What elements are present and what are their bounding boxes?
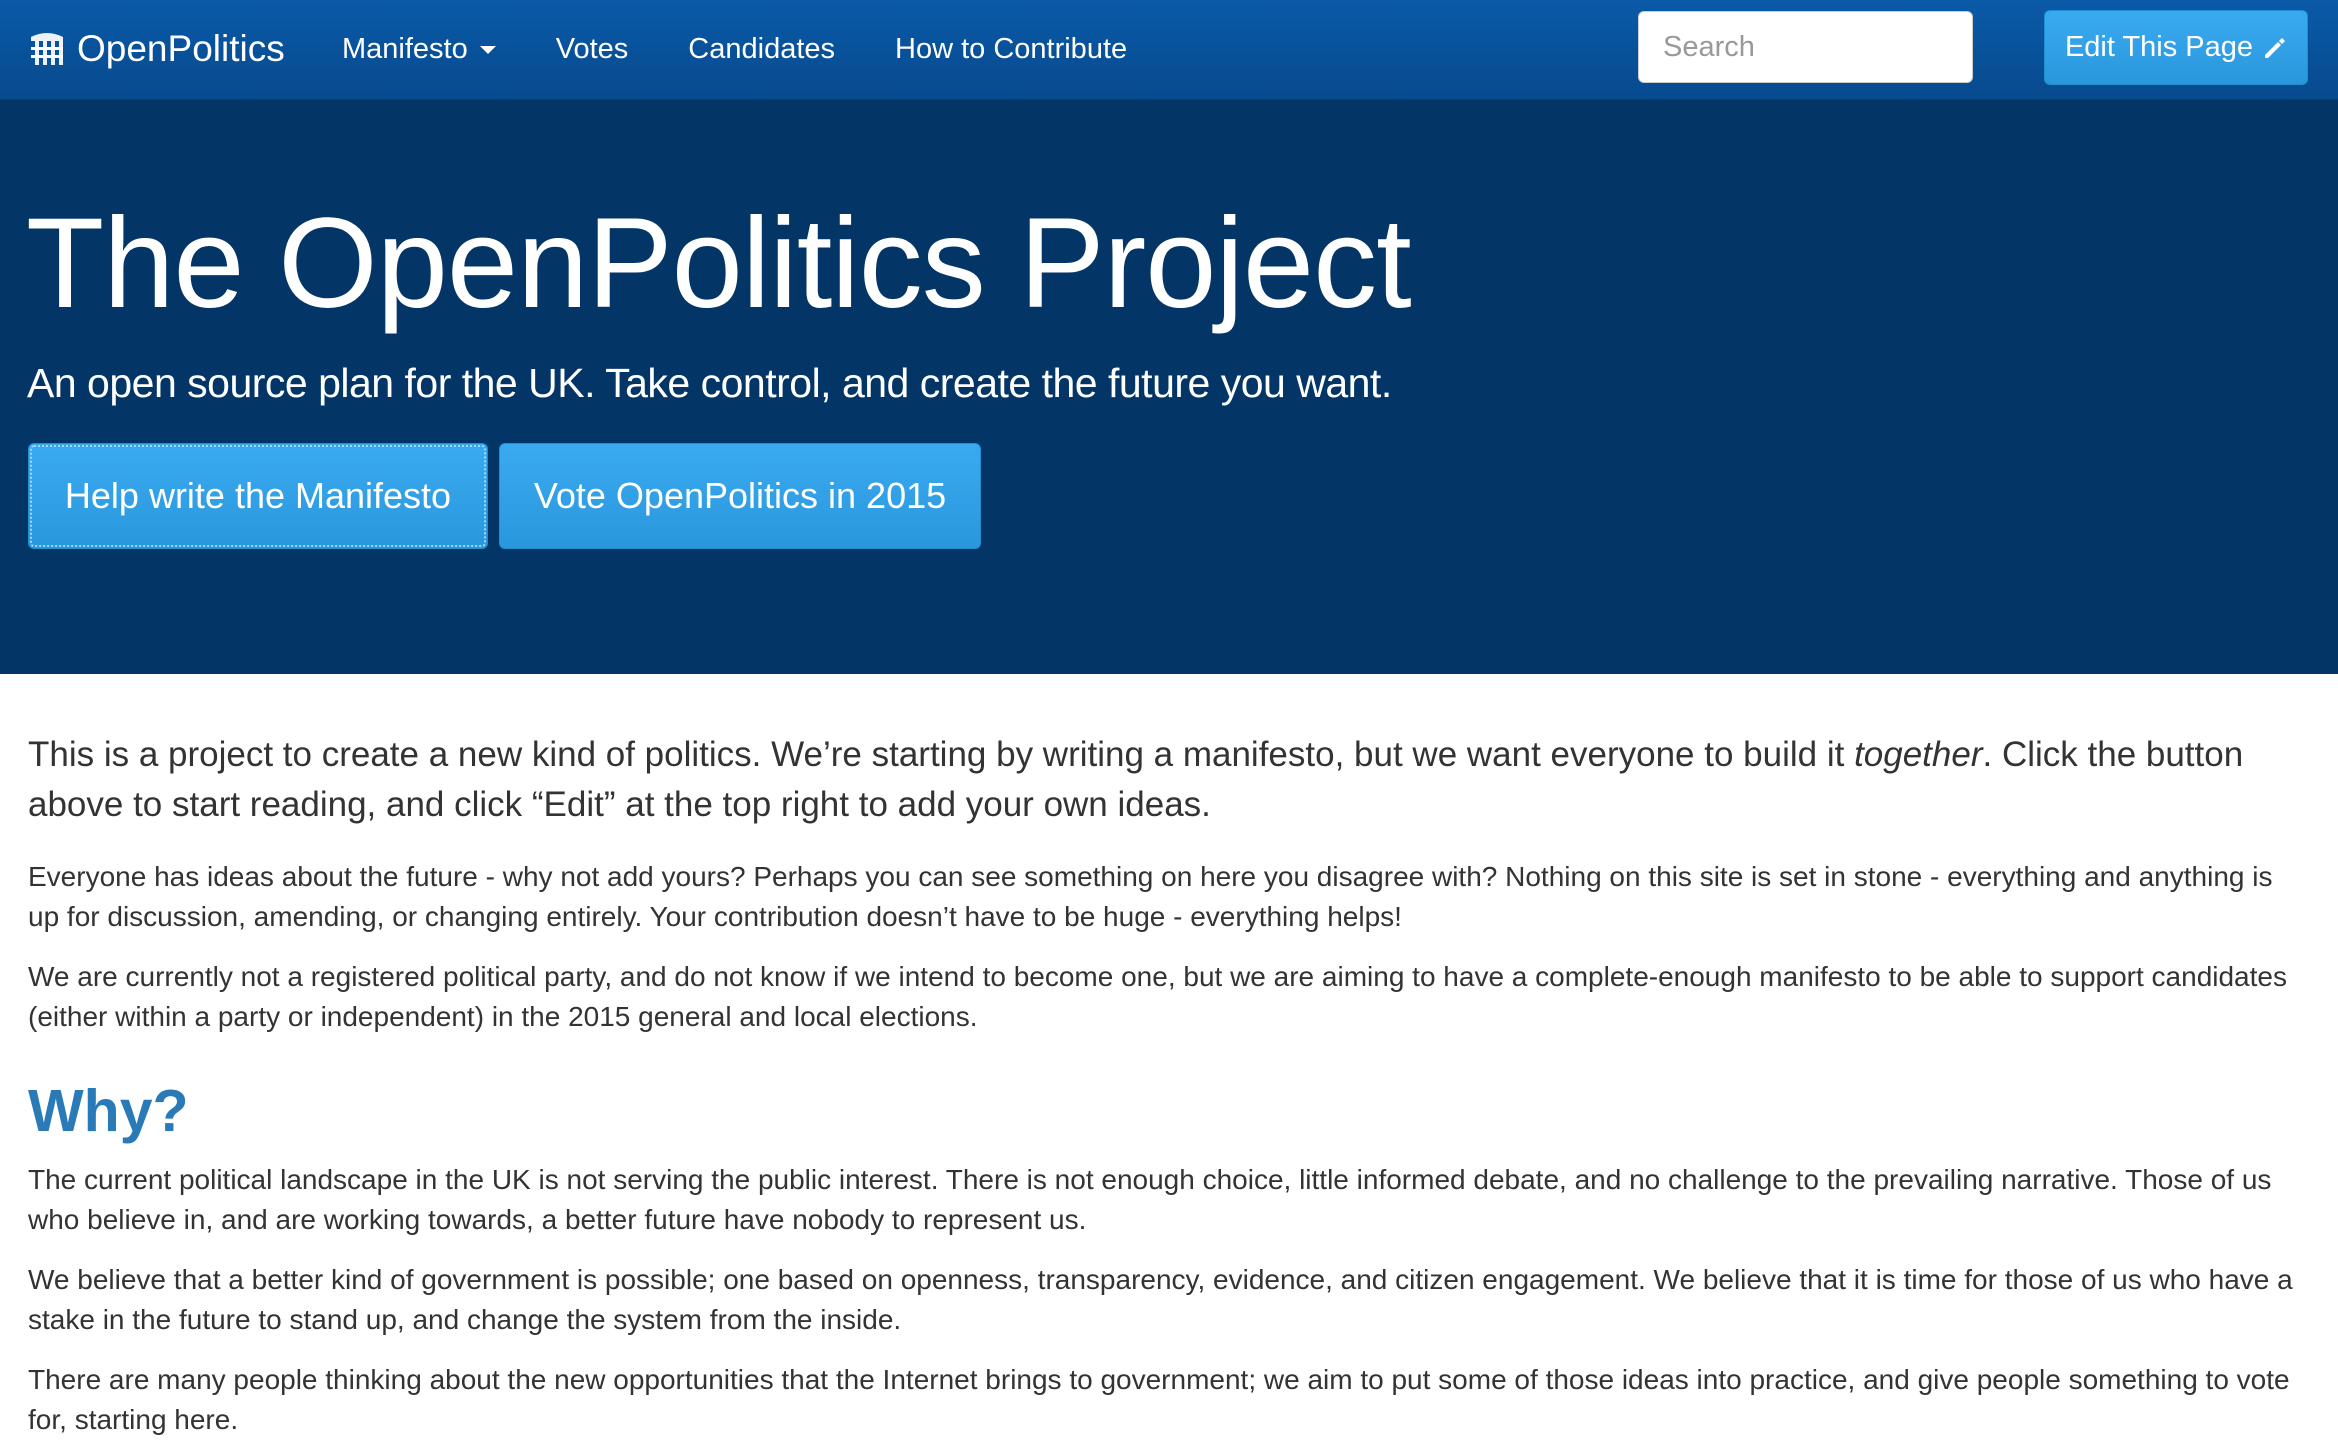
pencil-icon	[2265, 37, 2286, 58]
intro-paragraph: This is a project to create a new kind o…	[28, 730, 2310, 830]
nav-item-candidates[interactable]: Candidates	[688, 33, 835, 66]
page-title: The OpenPolitics Project	[26, 192, 1412, 335]
nav-item-manifesto[interactable]: Manifesto	[342, 33, 496, 66]
edit-page-label: Edit This Page	[2064, 31, 2254, 63]
caret-down-icon	[479, 45, 496, 54]
portcullis-icon	[31, 33, 63, 65]
body-paragraph: We are currently not a registered politi…	[28, 961, 2287, 1032]
hero-banner: The OpenPolitics Project An open source …	[0, 100, 2338, 674]
nav-menu: Manifesto Votes Candidates How to Contri…	[342, 0, 1187, 99]
help-write-manifesto-button[interactable]: Help write the Manifesto	[28, 443, 488, 549]
top-navbar: OpenPolitics Manifesto Votes Candidates …	[0, 0, 2338, 100]
vote-openpolitics-button[interactable]: Vote OpenPolitics in 2015	[499, 443, 981, 549]
why-paragraph: The current political landscape in the U…	[28, 1164, 2272, 1235]
edit-page-button[interactable]: Edit This Page	[2044, 10, 2308, 85]
nav-item-label: Manifesto	[342, 33, 468, 65]
button-label: Help write the Manifesto	[64, 475, 452, 516]
nav-item-how-to-contribute[interactable]: How to Contribute	[895, 33, 1127, 66]
intro-text: This is a project to create a new kind o…	[28, 735, 1855, 774]
why-heading: Why?	[28, 1078, 189, 1144]
nav-item-label: Votes	[555, 33, 629, 65]
body-paragraph: Everyone has ideas about the future - wh…	[28, 861, 2273, 932]
search-input[interactable]	[1638, 11, 1973, 83]
main-content: This is a project to create a new kind o…	[28, 730, 2310, 1440]
why-paragraph: There are many people thinking about the…	[28, 1364, 2290, 1435]
nav-item-votes[interactable]: Votes	[556, 33, 629, 66]
button-label: Vote OpenPolitics in 2015	[533, 475, 947, 516]
brand-link[interactable]: OpenPolitics	[27, 26, 285, 72]
intro-emphasis: together	[1854, 735, 1983, 774]
nav-item-label: How to Contribute	[895, 33, 1128, 65]
hero-tagline: An open source plan for the UK. Take con…	[27, 360, 1392, 406]
why-paragraph: We believe that a better kind of governm…	[28, 1264, 2293, 1335]
nav-item-label: Candidates	[688, 33, 836, 65]
brand-name: OpenPolitics	[77, 28, 285, 69]
